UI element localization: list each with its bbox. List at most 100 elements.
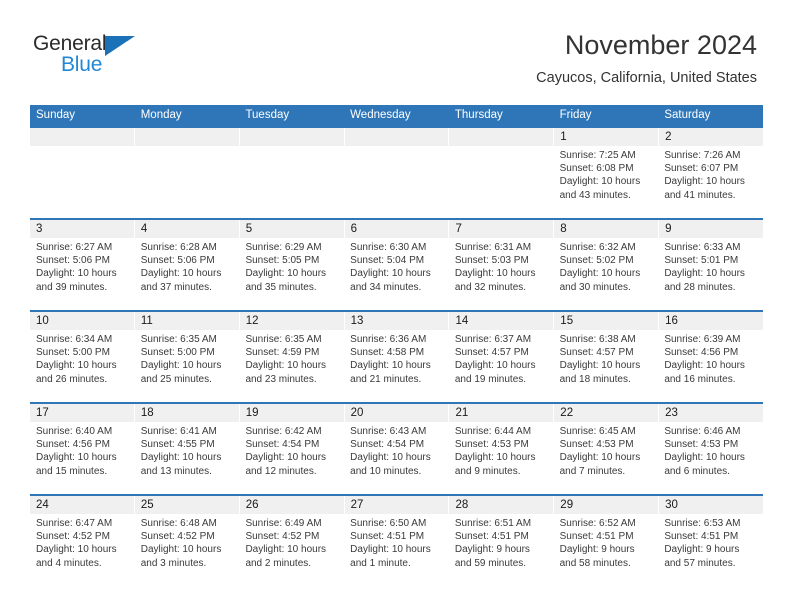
daylight-text-line1: Daylight: 10 hours: [350, 452, 431, 464]
day-cell[interactable]: Sunrise: 6:30 AM Sunset: 5:04 PM Dayligh…: [344, 238, 449, 310]
day-cell[interactable]: Sunrise: 6:40 AM Sunset: 4:56 PM Dayligh…: [30, 422, 135, 494]
day-cell[interactable]: Sunrise: 6:51 AM Sunset: 4:51 PM Dayligh…: [449, 514, 554, 586]
day-cell[interactable]: Sunrise: 6:29 AM Sunset: 5:05 PM Dayligh…: [239, 238, 344, 310]
day-number[interactable]: 24: [30, 496, 134, 514]
day-cell[interactable]: [344, 146, 449, 218]
day-cell[interactable]: Sunrise: 6:50 AM Sunset: 4:51 PM Dayligh…: [344, 514, 449, 586]
daylight-text-line1: Daylight: 10 hours: [245, 544, 327, 556]
day-cell[interactable]: [135, 146, 240, 218]
day-cell[interactable]: Sunrise: 6:53 AM Sunset: 4:51 PM Dayligh…: [658, 514, 763, 586]
week-body: Sunrise: 6:47 AM Sunset: 4:52 PM Dayligh…: [30, 514, 763, 586]
day-number[interactable]: 29: [553, 496, 658, 514]
day-cell[interactable]: [449, 146, 554, 218]
day-cell[interactable]: Sunrise: 6:49 AM Sunset: 4:52 PM Dayligh…: [239, 514, 344, 586]
day-number[interactable]: [133, 128, 239, 146]
day-number[interactable]: 12: [238, 312, 344, 330]
day-number[interactable]: 21: [448, 404, 553, 422]
day-number[interactable]: 25: [133, 496, 239, 514]
generalblue-logo[interactable]: General Blue: [33, 33, 153, 81]
day-cell[interactable]: [30, 146, 135, 218]
day-number[interactable]: [343, 128, 449, 146]
sunset-text: Sunset: 4:52 PM: [140, 531, 215, 543]
day-cell[interactable]: Sunrise: 6:43 AM Sunset: 4:54 PM Dayligh…: [344, 422, 449, 494]
day-number[interactable]: 13: [343, 312, 449, 330]
daylight-text-line1: Daylight: 10 hours: [36, 544, 117, 556]
day-cell[interactable]: Sunrise: 6:38 AM Sunset: 4:57 PM Dayligh…: [554, 330, 659, 402]
sunset-text: Sunset: 4:53 PM: [454, 439, 529, 451]
day-cell[interactable]: Sunrise: 6:52 AM Sunset: 4:51 PM Dayligh…: [554, 514, 659, 586]
day-number[interactable]: 14: [448, 312, 553, 330]
daylight-text-line1: Daylight: 10 hours: [559, 268, 641, 280]
day-cell[interactable]: Sunrise: 6:44 AM Sunset: 4:53 PM Dayligh…: [449, 422, 554, 494]
day-number[interactable]: 26: [238, 496, 344, 514]
daylight-text-line2: and 9 minutes.: [454, 465, 521, 477]
day-cell[interactable]: Sunrise: 6:28 AM Sunset: 5:06 PM Dayligh…: [135, 238, 240, 310]
day-number[interactable]: 23: [658, 404, 763, 422]
weekday-header-row: Sunday Monday Tuesday Wednesday Thursday…: [30, 105, 763, 126]
day-cell[interactable]: Sunrise: 6:32 AM Sunset: 5:02 PM Dayligh…: [554, 238, 659, 310]
daylight-text-line1: Daylight: 10 hours: [664, 176, 745, 188]
week-body: Sunrise: 6:27 AM Sunset: 5:06 PM Dayligh…: [30, 238, 763, 310]
day-number[interactable]: 30: [658, 496, 763, 514]
sunrise-text: Sunrise: 6:44 AM: [454, 426, 532, 437]
day-number[interactable]: 3: [30, 220, 134, 238]
day-cell[interactable]: Sunrise: 6:35 AM Sunset: 4:59 PM Dayligh…: [239, 330, 344, 402]
day-cell[interactable]: Sunrise: 6:48 AM Sunset: 4:52 PM Dayligh…: [135, 514, 240, 586]
daylight-text-line1: Daylight: 10 hours: [140, 544, 222, 556]
daylight-text-line2: and 19 minutes.: [454, 373, 527, 385]
daylight-text-line1: Daylight: 10 hours: [350, 544, 431, 556]
day-number[interactable]: 28: [448, 496, 553, 514]
sunset-text: Sunset: 4:51 PM: [664, 531, 739, 543]
day-cell[interactable]: Sunrise: 7:25 AM Sunset: 6:08 PM Dayligh…: [554, 146, 659, 218]
day-number[interactable]: 5: [238, 220, 344, 238]
sunrise-text: Sunrise: 6:41 AM: [140, 426, 217, 437]
day-cell[interactable]: [239, 146, 344, 218]
sunrise-text: Sunrise: 6:51 AM: [454, 518, 532, 529]
daylight-text-line2: and 3 minutes.: [140, 557, 207, 569]
sunset-text: Sunset: 4:55 PM: [140, 439, 215, 451]
day-number[interactable]: 19: [238, 404, 344, 422]
daylight-text-line2: and 21 minutes.: [350, 373, 422, 385]
day-cell[interactable]: Sunrise: 6:34 AM Sunset: 5:00 PM Dayligh…: [30, 330, 135, 402]
day-number[interactable]: 10: [30, 312, 134, 330]
day-cell[interactable]: Sunrise: 6:46 AM Sunset: 4:53 PM Dayligh…: [658, 422, 763, 494]
sunrise-text: Sunrise: 6:31 AM: [454, 242, 532, 253]
day-cell[interactable]: Sunrise: 6:42 AM Sunset: 4:54 PM Dayligh…: [239, 422, 344, 494]
day-number[interactable]: 11: [133, 312, 239, 330]
sunrise-text: Sunrise: 6:36 AM: [350, 334, 427, 345]
day-number[interactable]: 27: [343, 496, 449, 514]
day-cell[interactable]: Sunrise: 6:33 AM Sunset: 5:01 PM Dayligh…: [658, 238, 763, 310]
day-cell[interactable]: Sunrise: 6:27 AM Sunset: 5:06 PM Dayligh…: [30, 238, 135, 310]
sunset-text: Sunset: 5:05 PM: [245, 255, 320, 267]
day-number[interactable]: [30, 128, 134, 146]
day-number[interactable]: 2: [658, 128, 763, 146]
day-number[interactable]: 7: [448, 220, 553, 238]
day-cell[interactable]: Sunrise: 6:36 AM Sunset: 4:58 PM Dayligh…: [344, 330, 449, 402]
day-cell[interactable]: Sunrise: 6:37 AM Sunset: 4:57 PM Dayligh…: [449, 330, 554, 402]
day-number[interactable]: 20: [343, 404, 449, 422]
sunset-text: Sunset: 5:04 PM: [350, 255, 425, 267]
daylight-text-line1: Daylight: 9 hours: [559, 544, 635, 556]
day-number[interactable]: 9: [658, 220, 763, 238]
day-number[interactable]: 6: [343, 220, 449, 238]
day-number[interactable]: [238, 128, 344, 146]
day-cell[interactable]: Sunrise: 6:39 AM Sunset: 4:56 PM Dayligh…: [658, 330, 763, 402]
day-cell[interactable]: Sunrise: 6:47 AM Sunset: 4:52 PM Dayligh…: [30, 514, 135, 586]
day-cell[interactable]: Sunrise: 6:35 AM Sunset: 5:00 PM Dayligh…: [135, 330, 240, 402]
day-cell[interactable]: Sunrise: 7:26 AM Sunset: 6:07 PM Dayligh…: [658, 146, 763, 218]
day-number[interactable]: 4: [133, 220, 239, 238]
day-number[interactable]: 22: [553, 404, 658, 422]
page-title: November 2024: [564, 30, 757, 60]
day-number[interactable]: 18: [133, 404, 239, 422]
day-cell[interactable]: Sunrise: 6:45 AM Sunset: 4:53 PM Dayligh…: [554, 422, 659, 494]
calendar-page: General Blue November 2024 Cayucos, Cali…: [0, 0, 792, 612]
day-number[interactable]: 17: [30, 404, 134, 422]
day-number[interactable]: 15: [553, 312, 658, 330]
daylight-text-line2: and 4 minutes.: [36, 557, 102, 569]
day-cell[interactable]: Sunrise: 6:41 AM Sunset: 4:55 PM Dayligh…: [135, 422, 240, 494]
day-number[interactable]: 16: [658, 312, 763, 330]
day-number[interactable]: 1: [553, 128, 658, 146]
day-cell[interactable]: Sunrise: 6:31 AM Sunset: 5:03 PM Dayligh…: [449, 238, 554, 310]
day-number[interactable]: [448, 128, 553, 146]
day-number[interactable]: 8: [553, 220, 658, 238]
